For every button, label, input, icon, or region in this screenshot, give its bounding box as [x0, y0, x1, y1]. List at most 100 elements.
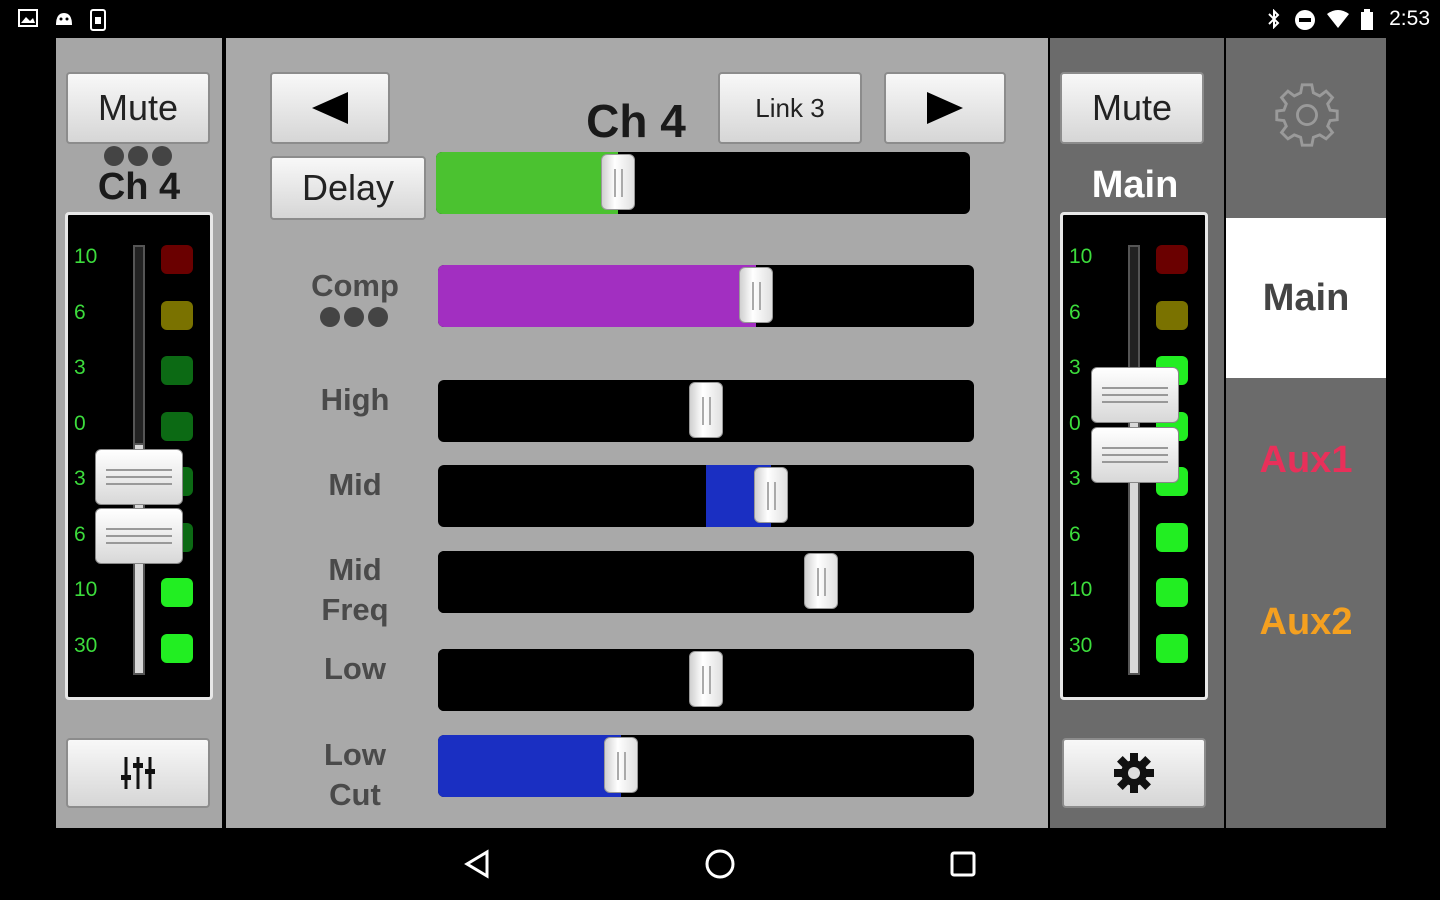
meter-scale-label: 30: [1069, 634, 1093, 657]
meter-scale-label: 3: [1069, 467, 1081, 490]
previous-channel-button[interactable]: [270, 72, 390, 144]
bus-selector: Main Aux1 Aux2: [1226, 38, 1386, 828]
slider-fill: [438, 649, 706, 711]
meter-led: [1156, 634, 1188, 663]
slider-label-high: High: [320, 382, 390, 417]
delay-button[interactable]: Delay: [270, 156, 426, 220]
bus-aux1-tab[interactable]: Aux1: [1226, 380, 1386, 540]
meter-scale-label: 6: [74, 301, 86, 324]
slider-fill: [438, 735, 621, 797]
slider-knob[interactable]: [689, 651, 723, 707]
channel-label: Ch 4: [97, 166, 181, 208]
slider-knob[interactable]: [754, 467, 788, 523]
arrow-right-icon: [927, 92, 963, 124]
main-fader-handle[interactable]: [1091, 367, 1179, 423]
back-button[interactable]: [458, 846, 498, 882]
meter-scale-label: 30: [74, 634, 98, 657]
main-label: Main: [1091, 164, 1179, 206]
meter-scale-label: 6: [1069, 301, 1081, 324]
channel-title: Ch 4: [586, 95, 686, 147]
next-channel-button[interactable]: [884, 72, 1006, 144]
battery-icon: [1361, 9, 1373, 30]
meter-led: [161, 356, 193, 385]
mixer-view-button[interactable]: [66, 738, 210, 808]
slider-fill: [438, 551, 821, 613]
status-bar: 2:53: [0, 0, 1440, 38]
delay-slider-fill: [436, 152, 618, 214]
fader-track-upper: [1128, 245, 1140, 375]
high-eq-slider[interactable]: [438, 380, 974, 442]
slider-knob[interactable]: [604, 737, 638, 793]
recents-button[interactable]: [943, 846, 983, 882]
meter-led: [1156, 578, 1188, 607]
mid-freq-slider[interactable]: [438, 551, 974, 613]
main-level-meter: 10 6 3 0 3 6 10 30: [1060, 212, 1208, 700]
slider-knob[interactable]: [689, 382, 723, 438]
bus-main-tab[interactable]: Main: [1226, 218, 1386, 378]
bluetooth-icon: [1268, 9, 1280, 29]
meter-led: [161, 634, 193, 663]
meter-led: [1156, 245, 1188, 274]
meter-scale-label: 6: [1069, 523, 1081, 546]
gear-outline-icon: [1275, 83, 1339, 147]
channel-level-meter: 10 6 3 0 3 6 10 30: [65, 212, 213, 700]
meter-led: [1156, 301, 1188, 330]
mid-eq-slider[interactable]: [438, 465, 974, 527]
meter-scale-label: 0: [1069, 412, 1081, 435]
meter-scale-label: 6: [74, 523, 86, 546]
do-not-disturb-icon: [1295, 10, 1315, 30]
channel-fader-handle[interactable]: [95, 449, 183, 505]
image-notification-icon: [18, 9, 38, 27]
bus-label: Aux2: [1259, 600, 1353, 643]
android-notification-icon: [56, 13, 72, 25]
wifi-icon: [1327, 10, 1349, 28]
main-mute-button[interactable]: Mute: [1060, 72, 1204, 144]
bus-aux2-tab[interactable]: Aux2: [1226, 542, 1386, 702]
meter-scale-label: 10: [74, 245, 98, 268]
recents-square-icon: [950, 851, 976, 877]
meter-scale-label: 0: [74, 412, 86, 435]
meter-scale-label: 3: [74, 356, 86, 379]
low-cut-slider[interactable]: [438, 735, 974, 797]
main-strip: Mute Main 10 6 3 0 3 6 10 30: [1050, 38, 1224, 828]
meter-led: [1156, 523, 1188, 552]
slider-knob[interactable]: [739, 267, 773, 323]
comp-menu-dots-icon[interactable]: [320, 307, 388, 327]
comp-slider[interactable]: [438, 265, 974, 327]
slider-label-low: Low: [324, 651, 386, 686]
meter-scale-label: 10: [1069, 578, 1093, 601]
slider-label-mid-freq: Mid Freq: [321, 552, 389, 627]
link-button[interactable]: Link 3: [718, 72, 862, 144]
delay-slider[interactable]: [436, 152, 970, 214]
phone-notification-icon: [90, 9, 106, 31]
bus-label: Main: [1262, 276, 1350, 319]
bus-label: Aux1: [1259, 438, 1353, 481]
sliders-icon: [121, 757, 155, 789]
app-settings-button[interactable]: [1272, 80, 1342, 155]
channel-fader-handle-shadow: [95, 508, 183, 564]
meter-scale-label: 3: [74, 467, 86, 490]
slider-knob[interactable]: [804, 553, 838, 609]
meter-scale-label: 10: [1069, 245, 1093, 268]
slider-fill: [438, 265, 756, 327]
meter-led: [161, 245, 193, 274]
meter-led: [161, 412, 193, 441]
back-triangle-icon: [464, 849, 489, 879]
clock: 2:53: [1389, 7, 1430, 30]
system-nav-bar: [0, 828, 1440, 900]
channel-menu-dots-icon[interactable]: [104, 146, 172, 166]
low-eq-slider[interactable]: [438, 649, 974, 711]
gear-icon: [1114, 753, 1154, 793]
main-fader-handle-shadow: [1091, 427, 1179, 483]
slider-label-low-cut: Low Cut: [324, 737, 386, 812]
home-button[interactable]: [700, 846, 740, 882]
settings-button[interactable]: [1062, 738, 1206, 808]
arrow-left-icon: [312, 92, 348, 124]
channel-mute-button[interactable]: Mute: [66, 72, 210, 144]
delay-slider-knob[interactable]: [601, 154, 635, 210]
meter-scale-label: 10: [74, 578, 98, 601]
slider-label-comp: Comp: [311, 268, 399, 303]
channel-strip: Mute Ch 4 10 6 3 0 3 6 10 30: [56, 38, 222, 828]
home-circle-icon: [705, 849, 735, 879]
meter-scale-label: 3: [1069, 356, 1081, 379]
